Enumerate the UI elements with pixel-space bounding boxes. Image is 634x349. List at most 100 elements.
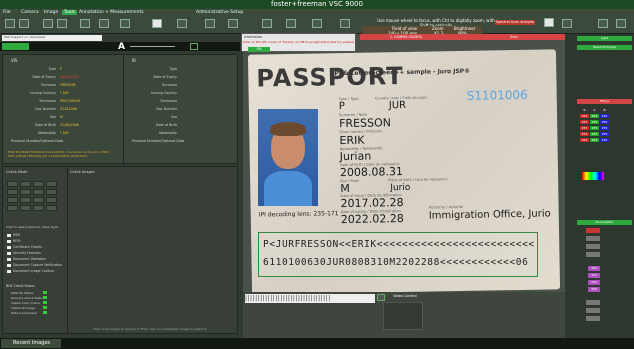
menu-file[interactable]: File: [3, 10, 11, 15]
rgb-cell[interactable]: 255: [580, 126, 589, 130]
print-icon[interactable]: [262, 19, 272, 28]
check-button[interactable]: [46, 205, 57, 211]
check-button[interactable]: [33, 205, 44, 211]
rgb-cell[interactable]: 255: [580, 138, 589, 142]
measure-icon[interactable]: [80, 19, 90, 28]
rgb-cell[interactable]: 255: [580, 120, 589, 124]
check-capture-verify[interactable]: Document Capture Verification: [7, 263, 62, 267]
doc-slider[interactable]: [130, 46, 175, 47]
rgb-cell[interactable]: B: [600, 108, 609, 112]
save-icon[interactable]: [19, 19, 29, 28]
compare-icon[interactable]: [177, 19, 187, 28]
open-icon[interactable]: [5, 19, 15, 28]
rgb-cell[interactable]: R: [580, 108, 589, 112]
rgb-cell[interactable]: 255: [590, 120, 599, 124]
check-button[interactable]: [7, 205, 18, 211]
capture-icon[interactable]: [562, 19, 572, 28]
report-icon[interactable]: [286, 19, 296, 28]
check-rfid[interactable]: RFID: [7, 239, 20, 243]
rgb-cell[interactable]: 255: [600, 132, 609, 136]
export-icon[interactable]: [228, 19, 238, 28]
ir-column: IR Type Date of Expiry Surname Issuing Coun…: [123, 55, 239, 165]
menu-image[interactable]: Image: [44, 10, 58, 15]
check-button[interactable]: [33, 189, 44, 195]
rgb-cell[interactable]: 255: [590, 126, 599, 130]
rgb-cell[interactable]: 255: [600, 114, 609, 118]
annotate-icon[interactable]: [99, 19, 109, 28]
main-toolbar: File Camera Image Tools Annotation + Mea…: [0, 9, 634, 36]
rgb-cell[interactable]: 255: [590, 138, 599, 142]
illum-button[interactable]: [586, 316, 600, 321]
rgb-cell[interactable]: 255: [580, 114, 589, 118]
uv-badge[interactable]: 313: [588, 273, 600, 278]
spectral-icon[interactable]: [120, 19, 130, 28]
check-panel: Check Mode Check Images Click to select …: [2, 166, 238, 334]
check-button[interactable]: [20, 181, 31, 187]
check-button[interactable]: [33, 197, 44, 203]
tab-scan[interactable]: Scan: [510, 34, 518, 40]
check-mrz[interactable]: MRZ: [7, 233, 20, 237]
menu-tools[interactable]: Tools: [62, 10, 78, 15]
expand-icon[interactable]: [190, 43, 198, 50]
layout-icon[interactable]: [205, 19, 215, 28]
zoom-icon[interactable]: [340, 19, 350, 28]
menu-admin[interactable]: Administrative Setup: [196, 10, 243, 15]
illum-button[interactable]: [586, 308, 600, 313]
illum-button[interactable]: [586, 244, 600, 249]
illum-button[interactable]: [586, 228, 600, 233]
help-icon[interactable]: [598, 19, 608, 28]
spectrum-icon[interactable]: [582, 172, 604, 180]
profile-icon[interactable]: [544, 18, 554, 27]
check-button[interactable]: [20, 197, 31, 203]
check-button[interactable]: [7, 181, 18, 187]
uv-badge[interactable]: 365: [588, 266, 600, 271]
recent-images-button[interactable]: Recent Images: [1, 339, 61, 348]
document-field[interactable]: VSC Support >> document: [2, 35, 102, 41]
sample-text: IPI & LetterScreen++ sample - Juro JSP®: [332, 67, 471, 78]
check-button[interactable]: [46, 197, 57, 203]
grid-icon[interactable]: [152, 19, 162, 28]
light-icon[interactable]: [312, 19, 322, 28]
rgb-cell[interactable]: 255: [580, 132, 589, 136]
video-control-box[interactable]: [383, 302, 423, 330]
tab-camera[interactable]: 1. CAMERA (SLIDES): [390, 34, 422, 40]
rgb-cell[interactable]: 255: [600, 138, 609, 142]
spectral-badge[interactable]: Spectral Scan Analysis: [495, 20, 535, 25]
light-header: Light: [577, 36, 632, 41]
illum-button[interactable]: [586, 300, 600, 305]
check-button[interactable]: [7, 189, 18, 195]
exit-icon[interactable]: [616, 19, 626, 28]
menu-camera[interactable]: Camera: [21, 10, 39, 15]
rgb-cell[interactable]: 255: [590, 132, 599, 136]
status-dot: [43, 311, 47, 314]
mrz-fields: VIS Type P Date of Expiry 28/02/2022 Surname…: [2, 54, 239, 165]
illum-button[interactable]: [586, 252, 600, 257]
rgb-cell[interactable]: 255: [600, 120, 609, 124]
green-status: [2, 43, 29, 50]
play-icon[interactable]: [377, 294, 385, 301]
vis-field-row: Forename ERIK JURIAN: [39, 99, 80, 103]
rgb-cell[interactable]: 255: [600, 126, 609, 130]
check-button[interactable]: [46, 181, 57, 187]
filmstrip[interactable]: ||||||||||||||||||||||||||||||||||: [245, 294, 375, 303]
menu-annotation[interactable]: Annotation + Measurements: [79, 10, 144, 15]
vis-field-row: Nationality * JUR: [38, 131, 69, 135]
check-button[interactable]: [33, 181, 44, 187]
rgb-cell[interactable]: G: [590, 108, 599, 112]
check-button[interactable]: [20, 189, 31, 195]
camera-icon[interactable]: [43, 19, 53, 28]
popup-ok-button[interactable]: OK: [248, 47, 270, 52]
check-certificate[interactable]: Certificate Checks: [7, 245, 42, 249]
check-image-capture[interactable]: Document Image Capture: [7, 269, 54, 273]
settings-icon[interactable]: [57, 19, 67, 28]
video-panel: |||||||||||||||||||||||||||||||||| Video…: [243, 292, 565, 338]
illum-button[interactable]: [586, 236, 600, 241]
check-button[interactable]: [20, 205, 31, 211]
uv-badge[interactable]: 365: [588, 287, 600, 292]
rgb-cell[interactable]: 255: [590, 114, 599, 118]
uv-badge[interactable]: 254: [588, 280, 600, 285]
check-button[interactable]: [46, 189, 57, 195]
check-validation[interactable]: Document Validation: [7, 257, 46, 261]
check-security[interactable]: Security Features: [7, 251, 41, 255]
check-button[interactable]: [7, 197, 18, 203]
